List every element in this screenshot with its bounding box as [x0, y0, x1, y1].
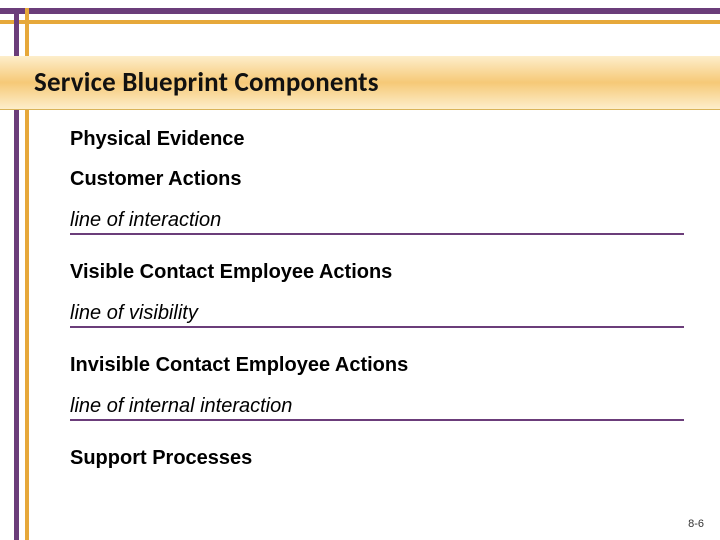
top-accent-bar-gold	[0, 20, 720, 24]
title-banner: Service Blueprint Components	[0, 56, 720, 110]
row-visible-contact: Visible Contact Employee Actions	[70, 261, 684, 284]
slide-title: Service Blueprint Components	[34, 66, 379, 99]
page-number: 8-6	[688, 518, 704, 530]
line-of-visibility: line of visibility	[70, 302, 684, 328]
slide: Service Blueprint Components Physical Ev…	[0, 0, 720, 540]
content-area: Physical Evidence Customer Actions line …	[70, 118, 684, 470]
line-of-internal-interaction: line of internal interaction	[70, 395, 684, 421]
row-customer-actions: Customer Actions	[70, 168, 684, 191]
line-of-interaction: line of interaction	[70, 209, 684, 235]
row-invisible-contact: Invisible Contact Employee Actions	[70, 354, 684, 377]
top-accent-bar-purple	[0, 8, 720, 14]
row-support-processes: Support Processes	[70, 447, 684, 470]
row-physical-evidence: Physical Evidence	[70, 128, 684, 151]
